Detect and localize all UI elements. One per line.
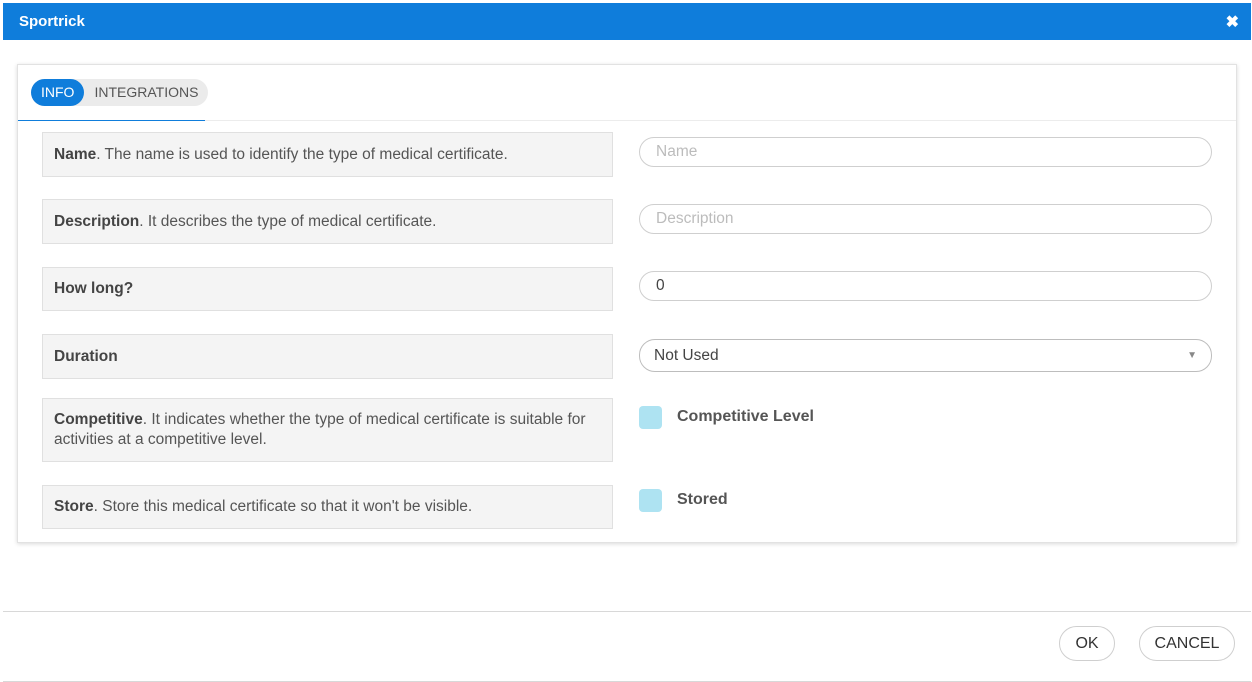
tab-divider bbox=[205, 120, 1236, 121]
tab-info[interactable]: INFO bbox=[31, 79, 85, 106]
stored-checkbox-label[interactable]: Stored bbox=[677, 491, 728, 509]
form-card: INFO INTEGRATIONS Name. The name is used… bbox=[17, 64, 1237, 543]
chevron-down-icon: ▼ bbox=[1187, 350, 1197, 361]
name-input[interactable] bbox=[639, 137, 1212, 167]
competitive-label: Competitive. It indicates whether the ty… bbox=[42, 398, 613, 462]
tab-integrations[interactable]: INTEGRATIONS bbox=[84, 79, 208, 106]
active-tab-underline bbox=[18, 120, 205, 121]
duration-select[interactable]: Not Used ▼ bbox=[639, 339, 1212, 372]
how-long-input[interactable] bbox=[639, 271, 1212, 301]
name-label: Name. The name is used to identify the t… bbox=[42, 132, 613, 177]
description-label: Description. It describes the type of me… bbox=[42, 199, 613, 244]
duration-selected-value: Not Used bbox=[654, 346, 719, 364]
dialog-title: Sportrick bbox=[19, 13, 85, 30]
close-icon[interactable]: ✖ bbox=[1226, 12, 1239, 32]
cancel-button[interactable]: CANCEL bbox=[1139, 626, 1235, 661]
footer-divider-top bbox=[3, 611, 1251, 612]
ok-button[interactable]: OK bbox=[1059, 626, 1115, 661]
duration-label: Duration bbox=[42, 334, 613, 379]
how-long-label: How long? bbox=[42, 267, 613, 311]
description-input[interactable] bbox=[639, 204, 1212, 234]
competitive-checkbox[interactable] bbox=[639, 406, 662, 429]
competitive-checkbox-label[interactable]: Competitive Level bbox=[677, 408, 814, 426]
stored-checkbox[interactable] bbox=[639, 489, 662, 512]
dialog-titlebar: Sportrick ✖ bbox=[3, 3, 1251, 40]
store-label: Store. Store this medical certificate so… bbox=[42, 485, 613, 529]
tab-bar: INFO INTEGRATIONS bbox=[31, 79, 209, 106]
